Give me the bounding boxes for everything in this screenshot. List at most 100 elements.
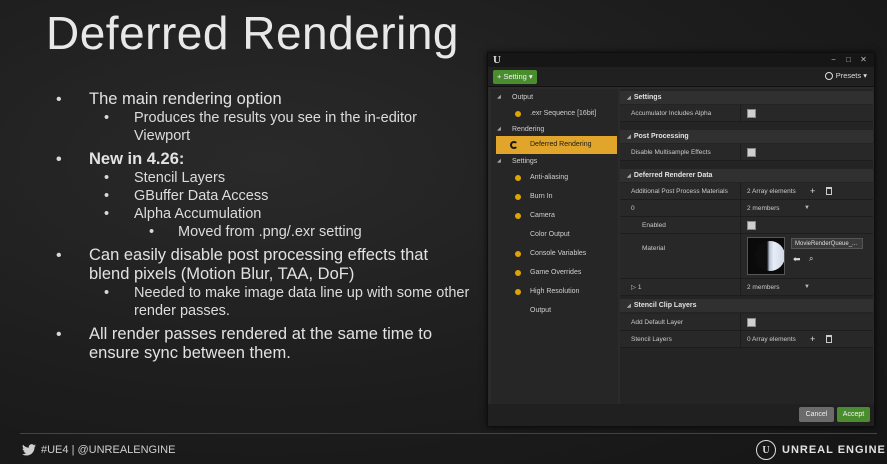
tree-item-label: High Resolution: [530, 288, 580, 295]
tree-item-game-overrides[interactable]: Game Overrides: [491, 266, 581, 279]
presets-dropdown[interactable]: Presets ▾: [824, 71, 867, 80]
tree-item-camera[interactable]: Camera: [491, 209, 555, 222]
bullet-subitem: Stencil Layers: [52, 169, 472, 187]
trash-icon[interactable]: [826, 335, 832, 343]
material-asset-dropdown[interactable]: MovieRenderQueue_...: [791, 238, 863, 249]
window-toolbar: + Setting ▾ Presets ▾: [488, 67, 874, 87]
column-divider: [740, 331, 741, 347]
bullet-item: The main rendering option: [52, 90, 472, 109]
bullet-subitem: GBuffer Data Access: [52, 187, 472, 205]
bullet-subitem: Needed to make image data line up with s…: [52, 284, 472, 320]
prop-additional-pp-materials: Additional Post Process Materials 2 Arra…: [620, 183, 873, 200]
chevron-down-icon[interactable]: ▼: [804, 200, 810, 217]
add-default-layer-checkbox[interactable]: [747, 318, 756, 327]
tree-item-anti-aliasing[interactable]: Anti-aliasing: [491, 171, 568, 184]
column-divider: [740, 314, 741, 330]
column-divider: [740, 279, 741, 295]
bullet-item: Can easily disable post processing effec…: [52, 246, 472, 284]
unreal-window-icon: U: [493, 54, 501, 66]
prop-accumulator-alpha: Accumulator Includes Alpha: [620, 105, 873, 122]
prop-label: Disable Multisample Effects: [631, 149, 711, 156]
array-count: 2 Array elements: [747, 188, 796, 195]
status-dot-icon: [515, 251, 521, 257]
status-dot-icon: [515, 111, 521, 117]
bullet-item: All render passes rendered at the same t…: [52, 325, 472, 363]
add-element-icon[interactable]: +: [810, 186, 815, 196]
prop-label: Stencil Layers: [631, 336, 672, 343]
tree-item-exr[interactable]: .exr Sequence [16bit]: [491, 107, 596, 120]
tree-item-high-resolution[interactable]: High Resolution: [491, 285, 579, 298]
bullet-subitem: Alpha Accumulation: [52, 205, 472, 223]
accumulator-alpha-checkbox[interactable]: [747, 109, 756, 118]
prop-element-1: ▷ 1 2 members ▼: [620, 279, 873, 296]
tree-item-label: Game Overrides: [530, 269, 582, 276]
maximize-button[interactable]: □: [844, 55, 853, 64]
add-setting-button[interactable]: + Setting ▾: [493, 70, 537, 84]
trash-icon[interactable]: [826, 187, 832, 195]
status-dot-icon: [515, 175, 521, 181]
use-selected-arrow-icon[interactable]: ⬅: [793, 254, 801, 265]
footer-handle: #UE4 | @UNREALENGINE: [41, 444, 176, 456]
status-dot-icon: [515, 194, 521, 200]
presets-icon: [824, 71, 833, 80]
tree-category-rendering[interactable]: Rendering: [491, 123, 544, 136]
array-count: 0 Array elements: [747, 336, 796, 343]
add-element-icon[interactable]: +: [810, 334, 815, 344]
column-divider: [740, 105, 741, 121]
prop-disable-multisample: Disable Multisample Effects: [620, 144, 873, 161]
window-footer: Cancel Accept: [488, 404, 874, 426]
section-post-processing[interactable]: Post Processing: [620, 130, 873, 143]
section-deferred-renderer-data[interactable]: Deferred Renderer Data: [620, 169, 873, 182]
section-settings[interactable]: Settings: [620, 91, 873, 104]
chevron-down-icon[interactable]: ▼: [804, 279, 810, 296]
column-divider: [740, 217, 741, 233]
bullet-subsubitem: Moved from .png/.exr setting: [52, 223, 472, 241]
accept-button[interactable]: Accept: [837, 407, 870, 422]
cancel-button[interactable]: Cancel: [799, 407, 834, 422]
prop-enabled: Enabled: [620, 217, 873, 234]
tree-item-color-output[interactable]: Color Output: [491, 228, 570, 241]
prop-label: Additional Post Process Materials: [631, 188, 728, 195]
column-divider: [740, 144, 741, 160]
tree-category-settings[interactable]: Settings: [491, 155, 537, 168]
enabled-checkbox[interactable]: [747, 221, 756, 230]
window-controls: − □ ✕: [829, 55, 868, 64]
column-divider: [740, 200, 741, 216]
section-stencil-clip-layers[interactable]: Stencil Clip Layers: [620, 299, 873, 312]
tree-item-console-variables[interactable]: Console Variables: [491, 247, 586, 260]
close-button[interactable]: ✕: [859, 55, 868, 64]
status-dot-icon: [515, 270, 521, 276]
prop-index: 0: [631, 205, 635, 212]
prop-element-0: 0 2 members ▼: [620, 200, 873, 217]
prop-index-label: 1: [637, 284, 642, 291]
disable-multisample-checkbox[interactable]: [747, 148, 756, 157]
brand-text: UNREAL ENGINE: [782, 444, 886, 456]
tree-item-output[interactable]: Output: [491, 304, 551, 317]
twitter-icon: [22, 444, 36, 456]
tree-item-deferred-rendering[interactable]: Deferred Rendering: [496, 136, 617, 154]
material-thumbnail[interactable]: [747, 237, 785, 275]
tree-item-burn-in[interactable]: Burn In: [491, 190, 553, 203]
prop-label: Enabled: [642, 222, 666, 229]
prop-add-default-layer: Add Default Layer: [620, 314, 873, 331]
material-sphere-preview: [755, 241, 784, 271]
search-icon[interactable]: ⌕: [809, 254, 813, 264]
tree-item-label: Console Variables: [530, 250, 587, 257]
column-divider: [740, 183, 741, 199]
bullet-list: The main rendering option Produces the r…: [52, 90, 472, 363]
footer-social: #UE4 | @UNREALENGINE: [22, 444, 175, 456]
render-settings-window: U − □ ✕ + Setting ▾ Presets ▾ Output .ex…: [487, 52, 875, 427]
prop-label: Material: [642, 245, 666, 252]
settings-tree: Output .exr Sequence [16bit] Rendering D…: [491, 89, 618, 404]
minimize-button[interactable]: −: [829, 55, 838, 64]
prop-label: Accumulator Includes Alpha: [631, 110, 712, 117]
toggle-icon: [510, 141, 518, 149]
column-divider: [740, 234, 741, 278]
tree-item-label: Deferred Rendering: [530, 141, 592, 148]
tree-item-label: Camera: [530, 212, 555, 219]
members-count: 2 members: [747, 284, 780, 291]
prop-material: Material MovieRenderQueue_... ⬅ ⌕: [620, 234, 873, 279]
tree-category-output[interactable]: Output: [491, 91, 533, 104]
bullet-subitem: Produces the results you see in the in-e…: [52, 109, 472, 145]
footer-brand: U UNREAL ENGINE: [756, 440, 886, 460]
